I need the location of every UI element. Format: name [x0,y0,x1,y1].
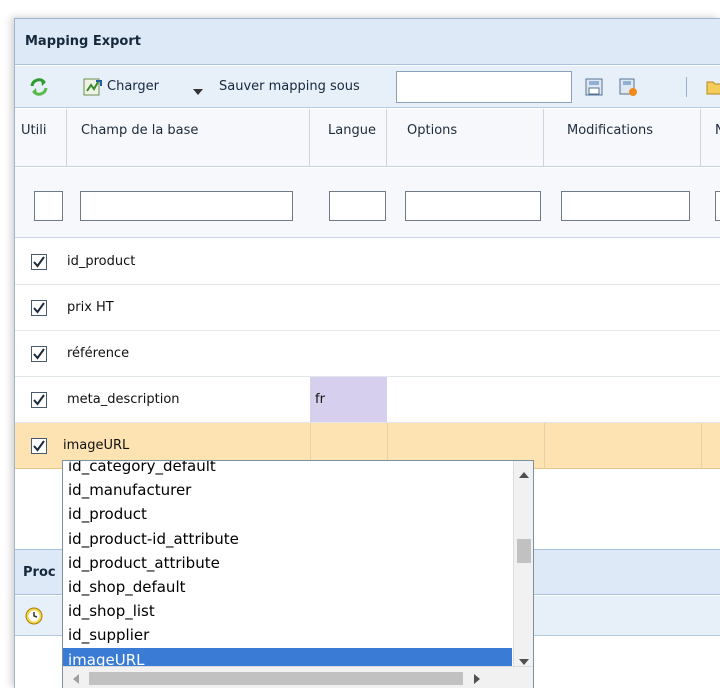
filter-extra-input[interactable] [715,191,720,221]
field-dropdown-list[interactable]: id_category_default id_manufacturer id_p… [62,460,534,688]
table-row[interactable]: id_product [15,239,720,285]
scroll-left-arrow-icon[interactable] [73,673,79,688]
filter-use-input[interactable] [34,191,63,221]
import-icon[interactable] [83,77,103,101]
save-as-label: Sauver mapping sous [219,79,360,94]
column-header-partial[interactable]: N [701,109,720,167]
field-cell: prix HT [67,300,114,315]
clock-icon[interactable] [24,606,44,630]
row-checkbox[interactable] [31,300,47,316]
load-label[interactable]: Charger [107,66,159,108]
save-mapping-input[interactable] [396,71,572,103]
panel-title: Mapping Export [15,19,720,65]
filter-options-input[interactable] [405,191,541,221]
grid-header: Utili Champ de la base Langue Options Mo… [15,109,720,167]
mapping-export-window: Mapping Export Charger Sauver mapping so… [14,18,720,688]
filter-language-input[interactable] [329,191,386,221]
refresh-icon[interactable] [29,77,49,101]
vertical-scrollbar[interactable] [513,461,533,666]
table-row[interactable]: meta_description fr [15,377,720,423]
column-header-use[interactable]: Utili [15,109,67,167]
filter-row [15,168,720,238]
row-checkbox[interactable] [31,392,47,408]
dropdown-option[interactable]: id_manufacturer [63,478,512,502]
scroll-right-arrow-icon[interactable] [474,673,480,688]
dropdown-option[interactable]: id_shop_default [63,575,512,599]
language-cell[interactable]: fr [310,377,387,422]
column-divider [544,423,545,469]
filter-modifications-input[interactable] [561,191,690,221]
toolbar-separator [686,77,687,97]
vertical-scroll-thumb[interactable] [517,539,531,563]
row-checkbox[interactable] [31,254,47,270]
horizontal-scroll-thumb[interactable] [89,672,463,685]
field-cell: meta_description [67,392,180,407]
field-cell: référence [67,346,130,361]
row-checkbox[interactable] [31,438,47,454]
table-row[interactable]: référence [15,331,720,377]
field-cell: id_product [67,254,136,269]
column-header-language[interactable]: Langue [310,109,387,167]
dropdown-option[interactable]: id_product_attribute [63,551,512,575]
dropdown-option[interactable]: id_product [63,502,512,526]
folder-icon[interactable] [706,77,720,101]
horizontal-scrollbar[interactable] [63,666,533,688]
language-value: fr [315,392,325,407]
column-divider [701,423,702,469]
save-as-icon[interactable] [618,77,638,101]
filter-field-input[interactable] [80,191,293,221]
column-header-field[interactable]: Champ de la base [67,109,310,167]
row-checkbox[interactable] [31,346,47,362]
dropdown-options: id_category_default id_manufacturer id_p… [63,461,512,672]
dropdown-option[interactable]: id_product-id_attribute [63,527,512,551]
chevron-down-icon[interactable] [193,84,203,99]
toolbar: Charger Sauver mapping sous [15,66,720,108]
dropdown-option[interactable]: id_supplier [63,623,512,647]
column-header-modifications[interactable]: Modifications [544,109,701,167]
column-header-options[interactable]: Options [387,109,544,167]
dropdown-option[interactable]: id_category_default [63,461,512,478]
dropdown-option[interactable]: id_shop_list [63,599,512,623]
save-icon[interactable] [584,77,604,101]
scroll-up-arrow-icon[interactable] [519,467,529,482]
table-row[interactable]: prix HT [15,285,720,331]
